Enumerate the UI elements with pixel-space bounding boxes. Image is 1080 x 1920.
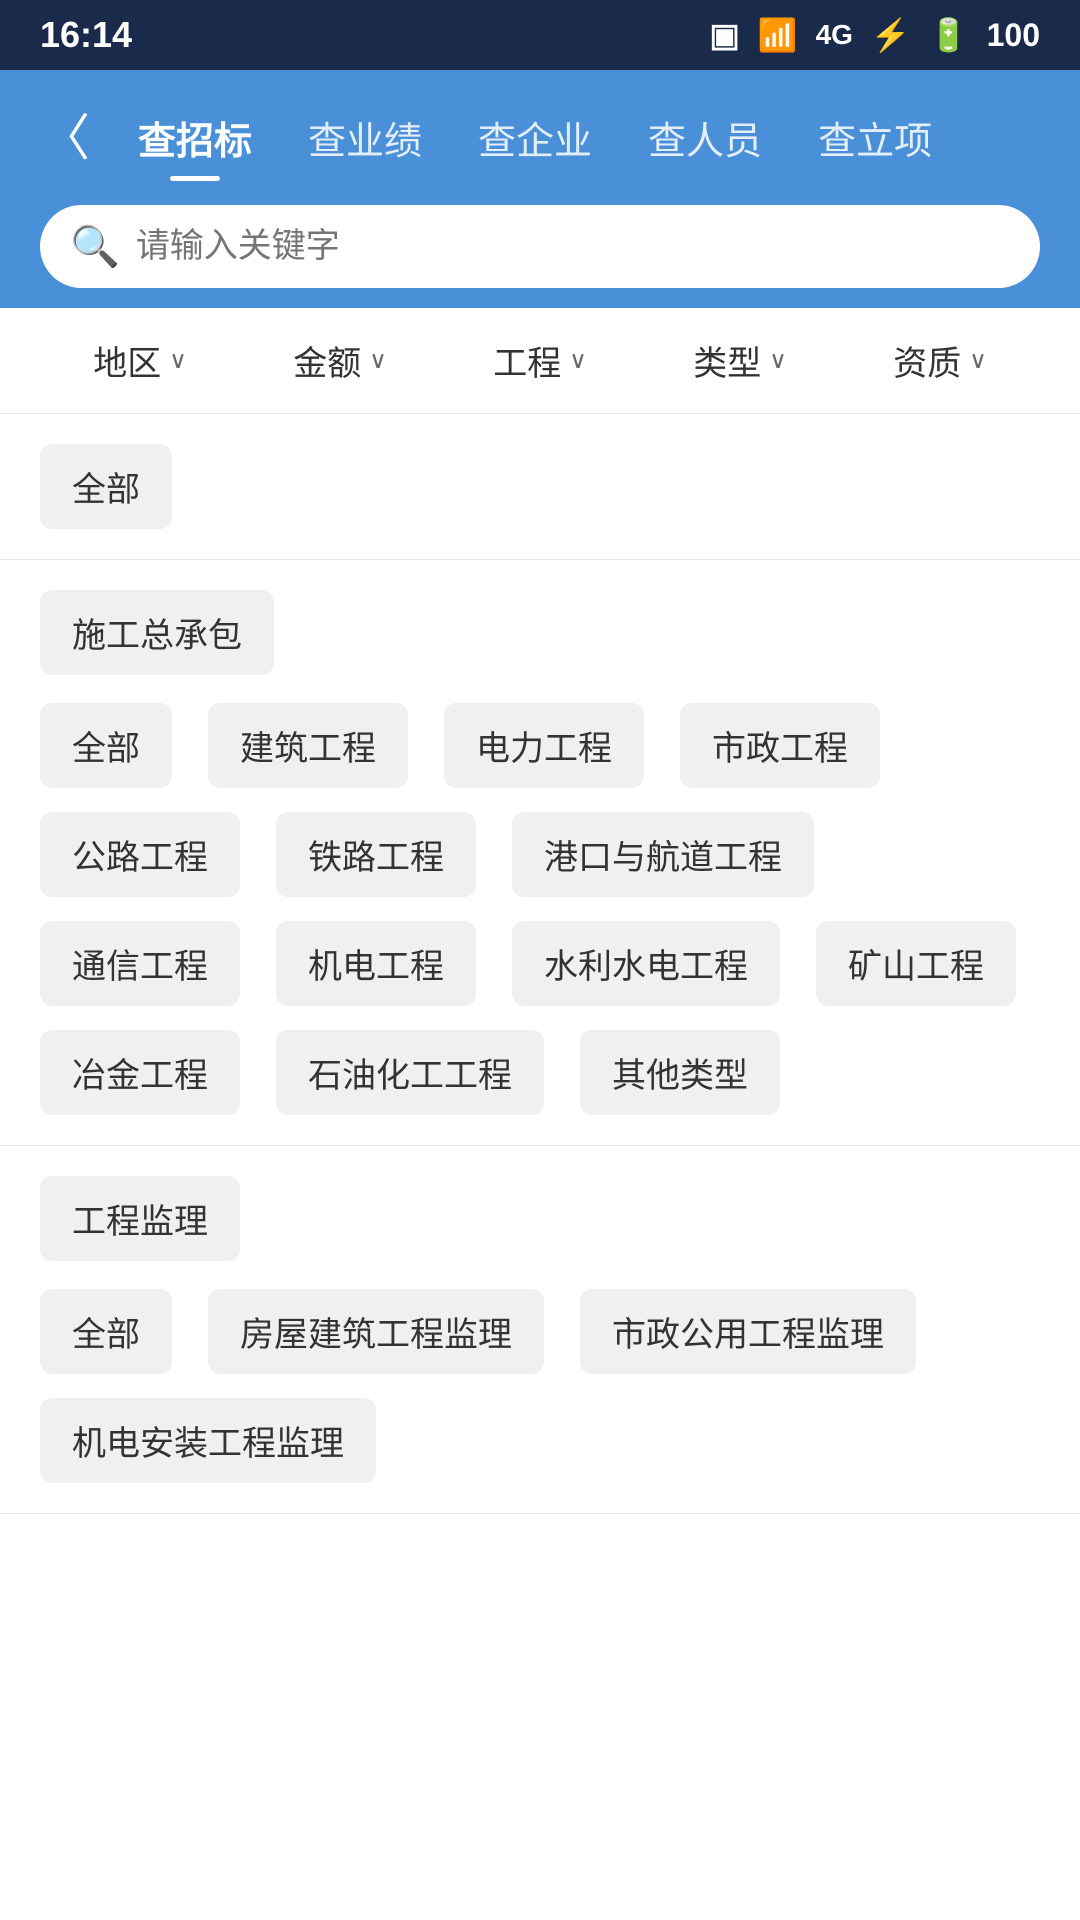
general-contracting-tags: 全部 建筑工程 电力工程 市政工程 公路工程 铁路工程 港口与航道工程 通信工程… xyxy=(40,703,1040,1115)
filter-region[interactable]: 地区 ∨ xyxy=(40,336,240,385)
search-input[interactable] xyxy=(136,227,1010,266)
tag-municipal-supervision[interactable]: 市政公用工程监理 xyxy=(580,1289,916,1374)
filter-engineering[interactable]: 工程 ∨ xyxy=(440,336,640,385)
tab-recruit[interactable]: 查招标 xyxy=(110,100,280,175)
filter-type[interactable]: 类型 ∨ xyxy=(640,336,840,385)
chevron-down-icon: ∨ xyxy=(369,346,387,375)
filter-region-label: 地区 xyxy=(93,336,161,385)
tag-other[interactable]: 其他类型 xyxy=(580,1030,780,1115)
tag-port[interactable]: 港口与航道工程 xyxy=(512,812,814,897)
search-bar: 🔍 xyxy=(40,205,1040,288)
tag-building-supervision[interactable]: 房屋建筑工程监理 xyxy=(208,1289,544,1374)
tag-electrical-supervision[interactable]: 机电安装工程监理 xyxy=(40,1398,376,1483)
tag-all[interactable]: 全部 xyxy=(40,703,172,788)
signal-icon: 📶 xyxy=(758,16,798,54)
filter-amount-label: 金额 xyxy=(293,336,361,385)
chevron-down-icon: ∨ xyxy=(969,346,987,375)
all-button-row: 全部 xyxy=(0,414,1080,560)
chevron-down-icon: ∨ xyxy=(169,346,187,375)
tag-water[interactable]: 水利水电工程 xyxy=(512,921,780,1006)
search-icon: 🔍 xyxy=(70,223,120,270)
status-time: 16:14 xyxy=(40,14,132,56)
section-general-contracting: 施工总承包 全部 建筑工程 电力工程 市政工程 公路工程 铁路工程 港口与航道工… xyxy=(0,560,1080,1146)
back-button[interactable]: 〈 xyxy=(40,113,90,163)
tag-road[interactable]: 公路工程 xyxy=(40,812,240,897)
tab-performance[interactable]: 查业绩 xyxy=(280,100,450,175)
section-title-general-contracting[interactable]: 施工总承包 xyxy=(40,590,274,675)
filter-amount[interactable]: 金额 ∨ xyxy=(240,336,440,385)
section-title-header: 施工总承包 xyxy=(40,590,1040,675)
battery-level: 100 xyxy=(987,17,1040,54)
tag-municipal[interactable]: 市政工程 xyxy=(680,703,880,788)
section-title-supervision[interactable]: 工程监理 xyxy=(40,1176,240,1261)
all-button[interactable]: 全部 xyxy=(40,444,172,529)
section-title-supervision-header: 工程监理 xyxy=(40,1176,1040,1261)
tab-personnel[interactable]: 查人员 xyxy=(620,100,790,175)
supervision-tags: 全部 房屋建筑工程监理 市政公用工程监理 机电安装工程监理 xyxy=(40,1289,1040,1483)
tag-railway[interactable]: 铁路工程 xyxy=(276,812,476,897)
battery-icon: 🔋 xyxy=(929,16,969,54)
tag-power[interactable]: 电力工程 xyxy=(444,703,644,788)
screen-icon: ▣ xyxy=(709,16,739,54)
status-icons: ▣ 📶 4G ⚡ 🔋 100 xyxy=(709,16,1040,54)
tag-metallurgy[interactable]: 冶金工程 xyxy=(40,1030,240,1115)
battery-bolt: ⚡ xyxy=(871,16,911,54)
section-supervision: 工程监理 全部 房屋建筑工程监理 市政公用工程监理 机电安装工程监理 xyxy=(0,1146,1080,1514)
tag-communication[interactable]: 通信工程 xyxy=(40,921,240,1006)
header: 〈 查招标 查业绩 查企业 查人员 查立项 🔍 xyxy=(0,70,1080,308)
chevron-down-icon: ∨ xyxy=(569,346,587,375)
signal-text: 4G xyxy=(816,19,853,51)
filter-engineering-label: 工程 xyxy=(493,336,561,385)
filter-bar: 地区 ∨ 金额 ∨ 工程 ∨ 类型 ∨ 资质 ∨ xyxy=(0,308,1080,414)
tag-architecture[interactable]: 建筑工程 xyxy=(208,703,408,788)
tag-mining[interactable]: 矿山工程 xyxy=(816,921,1016,1006)
filter-qualification-label: 资质 xyxy=(893,336,961,385)
chevron-down-icon: ∨ xyxy=(769,346,787,375)
tag-petrochemical[interactable]: 石油化工工程 xyxy=(276,1030,544,1115)
nav-tabs: 〈 查招标 查业绩 查企业 查人员 查立项 xyxy=(40,100,1040,175)
filter-type-label: 类型 xyxy=(693,336,761,385)
tag-mechanical[interactable]: 机电工程 xyxy=(276,921,476,1006)
status-bar: 16:14 ▣ 📶 4G ⚡ 🔋 100 xyxy=(0,0,1080,70)
tag-supervision-all[interactable]: 全部 xyxy=(40,1289,172,1374)
filter-qualification[interactable]: 资质 ∨ xyxy=(840,336,1040,385)
tab-enterprise[interactable]: 查企业 xyxy=(450,100,620,175)
tab-project[interactable]: 查立项 xyxy=(790,100,960,175)
